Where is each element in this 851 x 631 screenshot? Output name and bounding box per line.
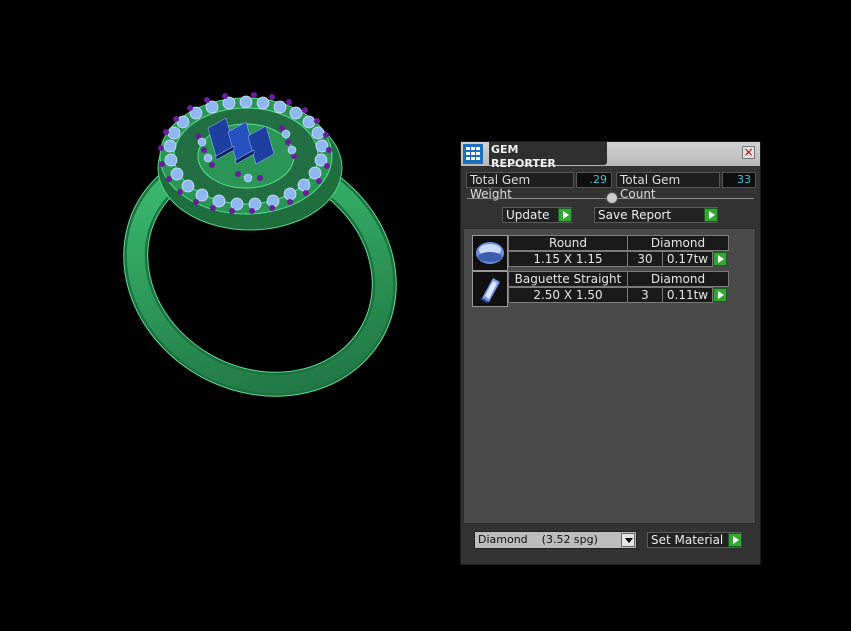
gem-shape: Round bbox=[508, 235, 628, 251]
ring-3d-render bbox=[123, 92, 397, 397]
baguette-gem-icon bbox=[472, 271, 508, 307]
panel-title: GEM REPORTER bbox=[489, 142, 607, 170]
set-material-button[interactable]: Set Material bbox=[647, 532, 742, 548]
gem-material: Diamond bbox=[627, 235, 729, 251]
gem-shape: Baguette Straight bbox=[508, 271, 628, 287]
gem-row-round[interactable]: Round Diamond 1.15 X 1.15 30 0.17tw bbox=[472, 235, 732, 271]
play-icon[interactable] bbox=[713, 288, 727, 302]
gem-list: Round Diamond 1.15 X 1.15 30 0.17tw Bagu… bbox=[463, 228, 756, 524]
play-icon bbox=[704, 208, 718, 222]
save-report-button-label: Save Report bbox=[598, 208, 672, 222]
gem-reporter-app-icon bbox=[463, 144, 483, 164]
gem-weight: 0.11tw bbox=[662, 287, 713, 303]
gem-reporter-panel: GEM REPORTER × Total Gem Weight .29 Tota… bbox=[460, 141, 761, 565]
gem-count: 3 bbox=[627, 287, 663, 303]
gem-count: 30 bbox=[627, 251, 663, 267]
chevron-down-icon[interactable] bbox=[621, 533, 635, 547]
set-material-button-label: Set Material bbox=[651, 533, 724, 547]
gem-row-baguette[interactable]: Baguette Straight Diamond 2.50 X 1.50 3 … bbox=[472, 271, 732, 307]
gem-material: Diamond bbox=[627, 271, 729, 287]
gem-weight: 0.17tw bbox=[662, 251, 713, 267]
material-select[interactable]: Diamond (3.52 spg) bbox=[474, 531, 637, 549]
gem-size: 1.15 X 1.15 bbox=[508, 251, 628, 267]
play-icon[interactable] bbox=[713, 252, 727, 266]
total-gem-count-value: 33 bbox=[722, 172, 756, 188]
total-gem-weight-value: .29 bbox=[576, 172, 612, 188]
close-icon[interactable]: × bbox=[742, 146, 755, 159]
update-button-label: Update bbox=[506, 208, 550, 222]
gem-size: 2.50 X 1.50 bbox=[508, 287, 628, 303]
play-icon bbox=[558, 208, 572, 222]
splitter-handle[interactable] bbox=[606, 192, 618, 204]
update-button[interactable]: Update bbox=[502, 207, 572, 223]
title-bar[interactable]: GEM REPORTER × bbox=[461, 142, 760, 170]
total-gem-count-label: Total Gem Count bbox=[616, 172, 720, 201]
save-report-button[interactable]: Save Report bbox=[594, 207, 718, 223]
play-icon bbox=[728, 533, 742, 547]
material-select-value: Diamond (3.52 spg) bbox=[478, 533, 598, 546]
total-gem-weight-label: Total Gem Weight bbox=[466, 172, 574, 201]
round-gem-icon bbox=[472, 235, 508, 271]
